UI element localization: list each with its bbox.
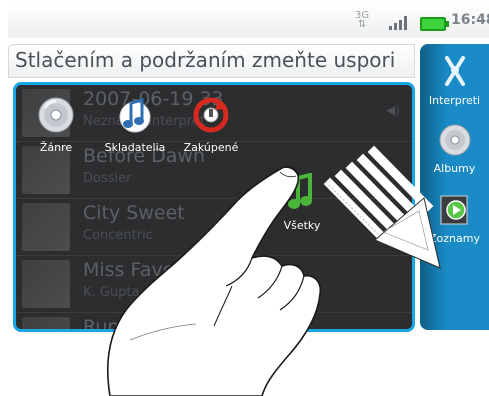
- now-playing-speaker-icon: ◀): [386, 103, 400, 117]
- tab-artists[interactable]: Interpreti: [420, 54, 489, 107]
- status-time: 16:48: [451, 12, 489, 28]
- playlist-icon: [440, 195, 467, 225]
- drag-category-all[interactable]: Všetky: [280, 172, 324, 232]
- song-title: City Sweet: [83, 202, 185, 224]
- tab-playlists[interactable]: Zoznamy: [420, 192, 489, 245]
- drag-category-genres[interactable]: Žánre: [34, 95, 78, 154]
- album-art-thumb: [22, 260, 70, 308]
- list-item[interactable]: City Sweet Concentric: [16, 199, 412, 256]
- purchased-icon: [193, 97, 229, 133]
- rearrange-hint-text: Stlačením a podržaním zmeňte uspori: [15, 48, 396, 72]
- album-art-thumb: [22, 317, 70, 329]
- drag-category-purchased[interactable]: Zakúpené: [181, 95, 241, 154]
- artist-icon: [444, 56, 465, 86]
- drag-category-composers[interactable]: Skladatelia: [100, 95, 170, 154]
- status-bar: 3G⇅ 16:48: [8, 4, 489, 38]
- song-title: Run: [83, 316, 120, 332]
- list-item[interactable]: Run: [16, 313, 412, 332]
- music-note-icon: [119, 98, 151, 133]
- song-title: Miss Favela: [83, 259, 192, 281]
- network-type-icon: 3G ⇅: [355, 10, 370, 30]
- category-side-panel: Interpreti Albumy Zoznamy: [420, 44, 489, 330]
- disc-icon: [38, 97, 74, 133]
- tab-label: Interpreti: [428, 94, 481, 107]
- music-note-green-icon: [288, 172, 312, 209]
- tab-label: Zoznamy: [429, 232, 480, 245]
- category-label: Všetky: [283, 219, 321, 232]
- category-label: Zakúpené: [183, 141, 239, 154]
- album-art-thumb: [22, 203, 70, 251]
- tab-label: Albumy: [433, 162, 476, 175]
- tab-albums[interactable]: Albumy: [420, 122, 489, 175]
- song-list[interactable]: 2007-06-19 33 Neznámy interpret ◀) Befor…: [13, 82, 415, 332]
- song-artist: K. Gupta: [83, 285, 140, 300]
- signal-strength-icon: [389, 16, 407, 30]
- battery-icon: [420, 17, 449, 31]
- rearrange-hint-bar: Stlačením a podržaním zmeňte uspori: [8, 44, 415, 78]
- song-artist: Concentric: [83, 228, 153, 243]
- category-label: Žánre: [39, 141, 73, 154]
- list-item[interactable]: Miss Favela K. Gupta: [16, 256, 412, 313]
- album-icon: [439, 124, 470, 156]
- category-label: Skladatelia: [104, 141, 166, 154]
- song-artist: Dossier: [83, 171, 132, 186]
